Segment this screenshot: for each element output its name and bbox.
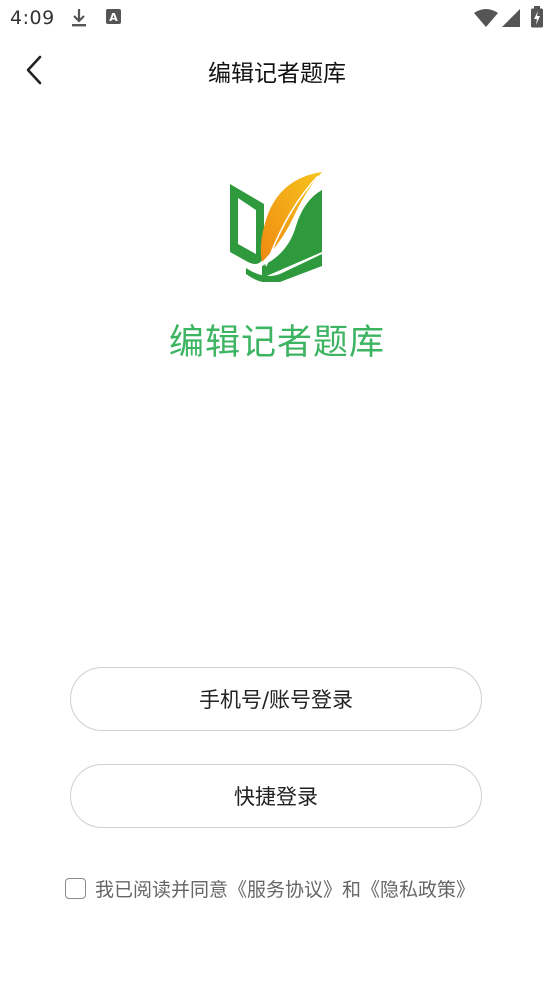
app-logo bbox=[226, 170, 330, 283]
privacy-policy-link[interactable]: 《隐私政策》 bbox=[361, 875, 475, 902]
agreement-checkbox[interactable] bbox=[65, 877, 86, 899]
agreement-row: 我已阅读并同意 《服务协议》 和 《隐私政策》 bbox=[65, 874, 475, 902]
status-bar: 4:09 A bbox=[0, 0, 554, 36]
phone-account-login-button[interactable]: 手机号/账号登录 bbox=[70, 667, 482, 731]
agreement-prefix: 我已阅读并同意 bbox=[95, 878, 229, 901]
status-time: 4:09 bbox=[10, 7, 55, 29]
signal-icon bbox=[502, 9, 520, 31]
page-title: 编辑记者题库 bbox=[208, 61, 346, 87]
svg-text:A: A bbox=[109, 11, 118, 24]
app-name: 编辑记者题库 bbox=[168, 323, 385, 363]
nav-bar: 编辑记者题库 bbox=[0, 36, 554, 106]
service-agreement-link[interactable]: 《服务协议》 bbox=[228, 875, 342, 902]
wifi-icon bbox=[474, 9, 498, 31]
a-notification-icon: A bbox=[106, 8, 122, 30]
battery-charging-icon bbox=[530, 6, 544, 32]
quick-login-button[interactable]: 快捷登录 bbox=[70, 764, 482, 828]
download-icon bbox=[70, 8, 88, 32]
agreement-joiner: 和 bbox=[342, 878, 362, 901]
